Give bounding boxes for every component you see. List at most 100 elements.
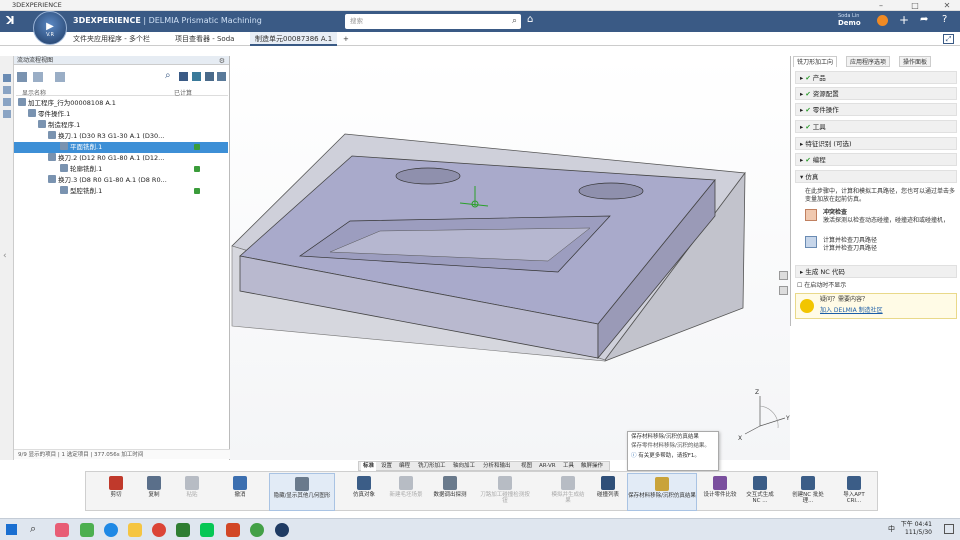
share-icon[interactable]: ➦ (920, 14, 928, 25)
add-icon[interactable]: + (899, 13, 909, 27)
taskbar-app-icon[interactable] (176, 523, 190, 537)
step-simulation[interactable]: ▾ 仿真 (795, 170, 957, 183)
powerpoint-icon[interactable] (226, 523, 240, 537)
tree-options-icon[interactable] (205, 72, 214, 81)
3d-viewport[interactable]: Z Y X (230, 56, 790, 460)
tree-filter-icon[interactable] (179, 72, 188, 81)
taskbar-clock[interactable]: 下午 04:41 111/5/30 (901, 521, 932, 537)
tree-search-icon[interactable]: ⌕ (165, 70, 171, 81)
expand-icon[interactable] (55, 72, 65, 82)
taskbar-app-icon[interactable] (250, 523, 264, 537)
user-menu[interactable]: Soda Lin Demo (838, 13, 880, 27)
tab-programming[interactable]: 编程 (397, 462, 412, 471)
folder-icon[interactable] (128, 523, 142, 537)
tag-icon[interactable]: ⌂ (527, 14, 533, 25)
collision-list-button[interactable]: 碰撞列表 (590, 473, 626, 511)
tree-row-pocket-milling[interactable]: 型腔铣削.1 (14, 186, 228, 197)
copy-button[interactable]: 复制 (136, 473, 172, 511)
search-input[interactable]: 搜索 ⌕ (345, 14, 521, 29)
step-product[interactable]: ▸ ✔ 产品 (795, 71, 957, 84)
tree-layout-icon[interactable] (217, 72, 226, 81)
step-feature-recognition[interactable]: ▸ 特征识别 (可选) (795, 137, 957, 150)
import-apt-button[interactable]: 导入APT CRI... (836, 473, 872, 511)
chrome-icon[interactable] (152, 523, 166, 537)
tab-manufacturing-cell[interactable]: 制造单元00087386 A.1 (250, 32, 338, 46)
maximize-icon[interactable]: □ (904, 0, 926, 11)
cut-button[interactable]: 剪切 (98, 473, 134, 511)
step-generate-nc[interactable]: ▸ 生成 NC 代码 (795, 265, 957, 278)
notification-icon[interactable] (944, 524, 954, 534)
collision-check-title[interactable]: 冲突检查 (823, 209, 847, 217)
taskbar-app-icon[interactable] (55, 523, 69, 537)
part-compare-button[interactable]: 设计零件比较 (702, 473, 738, 511)
save-removal-result-button[interactable]: 保存材料移除/沉积仿真结果 (627, 473, 697, 511)
step-part-operation[interactable]: ▸ ✔ 零件操作 (795, 103, 957, 116)
tab-axial[interactable]: 轴向加工 (451, 462, 477, 471)
undo-button[interactable]: 撤消 (222, 473, 258, 511)
tab-tools[interactable]: 工具 (561, 462, 576, 471)
input-language[interactable]: 中 (888, 524, 895, 534)
tab-operation-panel[interactable]: 操作面板 (899, 56, 932, 67)
tree-row-tool-change-3[interactable]: 换刀.3 (D8 R0 G1-80 A.1 (D8 R0... (14, 175, 228, 186)
tree-icon[interactable] (3, 74, 11, 82)
resource-icon[interactable] (3, 98, 11, 106)
avatar[interactable] (877, 15, 888, 26)
toolpath-compute-icon[interactable] (805, 236, 817, 248)
tree-sort-icon[interactable] (192, 72, 201, 81)
tab-setup[interactable]: 设置 (379, 462, 394, 471)
viewport-side-icon[interactable] (779, 271, 788, 280)
new-stock-scene-button[interactable]: 新建毛坯场景 (388, 473, 424, 511)
tab-prismatic-guide[interactable]: 铣刀形加工向 (793, 56, 838, 67)
data-probe-button[interactable]: 数据调出探测 (432, 473, 468, 511)
tab-view[interactable]: 视图 (519, 462, 534, 471)
part-model[interactable]: Z Y X (230, 56, 790, 460)
tree-row-mfg-program[interactable]: 制造程序.1 (14, 120, 228, 131)
tree-row-face-milling[interactable]: 平面铣削.1 (14, 142, 228, 153)
minimize-icon[interactable]: – (870, 0, 892, 11)
tab-standard[interactable]: 标准 (361, 462, 377, 471)
toolpath-collision-button[interactable]: 刀路加工碰撞检测按钮 (478, 473, 532, 511)
panel-settings-icon[interactable]: ⚙ (219, 57, 225, 65)
product-icon[interactable] (3, 110, 11, 118)
compass-logo[interactable]: ▶ V.R (33, 11, 67, 45)
close-icon[interactable]: ✕ (936, 0, 958, 11)
community-link[interactable]: 加入 DELMIA 制造社区 (820, 307, 883, 315)
interactive-nc-button[interactable]: 交互式生成 NC ... (742, 473, 778, 511)
tab-analysis-output[interactable]: 分析和输出 (481, 462, 513, 471)
edge-icon[interactable] (104, 523, 118, 537)
tab-app-options[interactable]: 应用程序选项 (846, 56, 891, 67)
3dexperience-taskbar-icon[interactable] (275, 523, 289, 537)
windows-start-icon[interactable] (6, 524, 17, 535)
taskbar-app-icon[interactable] (80, 523, 94, 537)
tab-project-viewer[interactable]: 项目查看器 - Soda (170, 32, 239, 46)
taskbar-search-icon[interactable]: ⌕ (30, 522, 36, 536)
tab-prismatic[interactable]: 铣刀形加工 (416, 462, 448, 471)
search-icon[interactable]: ⌕ (512, 14, 517, 29)
view-mode-icon[interactable] (33, 72, 43, 82)
toolpath-compute-title[interactable]: 计算并检查刀具路径 (823, 237, 877, 245)
line-icon[interactable] (200, 523, 214, 537)
process-icon[interactable] (3, 86, 11, 94)
tree-row-tool-change-2[interactable]: 换刀.2 (D12 R0 G1-80 A.1 (D12... (14, 153, 228, 164)
nc-batch-button[interactable]: 创建NC 批处理... (790, 473, 826, 511)
collision-check-icon[interactable] (805, 209, 817, 221)
fullscreen-icon[interactable]: ⤢ (943, 34, 954, 44)
help-icon[interactable]: ? (942, 14, 947, 25)
step-tools[interactable]: ▸ ✔ 工具 (795, 120, 957, 133)
ds-logo-icon[interactable]: ꓘ (6, 14, 15, 27)
viewport-side-icon-2[interactable] (779, 286, 788, 295)
tree-row-profile-milling[interactable]: 轮廓铣削.1 (14, 164, 228, 175)
filter-tree-icon[interactable] (17, 72, 27, 82)
new-tab-button[interactable]: + (338, 32, 354, 46)
tree-row-tool-change-1[interactable]: 换刀.1 (D30 R3 G1-30 A.1 (D30... (14, 131, 228, 142)
tab-folder-app[interactable]: 文件夹应用程序 - 多个栏 (68, 32, 155, 46)
hide-show-geometry-button[interactable]: 隐藏/显示其他几何图形 (269, 473, 335, 511)
step-resources[interactable]: ▸ ✔ 资源配置 (795, 87, 957, 100)
axis-triad-icon[interactable]: Z Y X (738, 389, 790, 442)
tree-row-part-operation[interactable]: 零件操作.1 (14, 109, 228, 120)
step-programming[interactable]: ▸ ✔ 编程 (795, 153, 957, 166)
tree-row-program[interactable]: 加工程序_行为00008108 A.1 (14, 98, 228, 109)
simulate-generate-button[interactable]: 模拟并生成结果 (550, 473, 586, 511)
collapse-left-icon[interactable]: ‹ (3, 251, 7, 261)
paste-button[interactable]: 粘贴 (174, 473, 210, 511)
